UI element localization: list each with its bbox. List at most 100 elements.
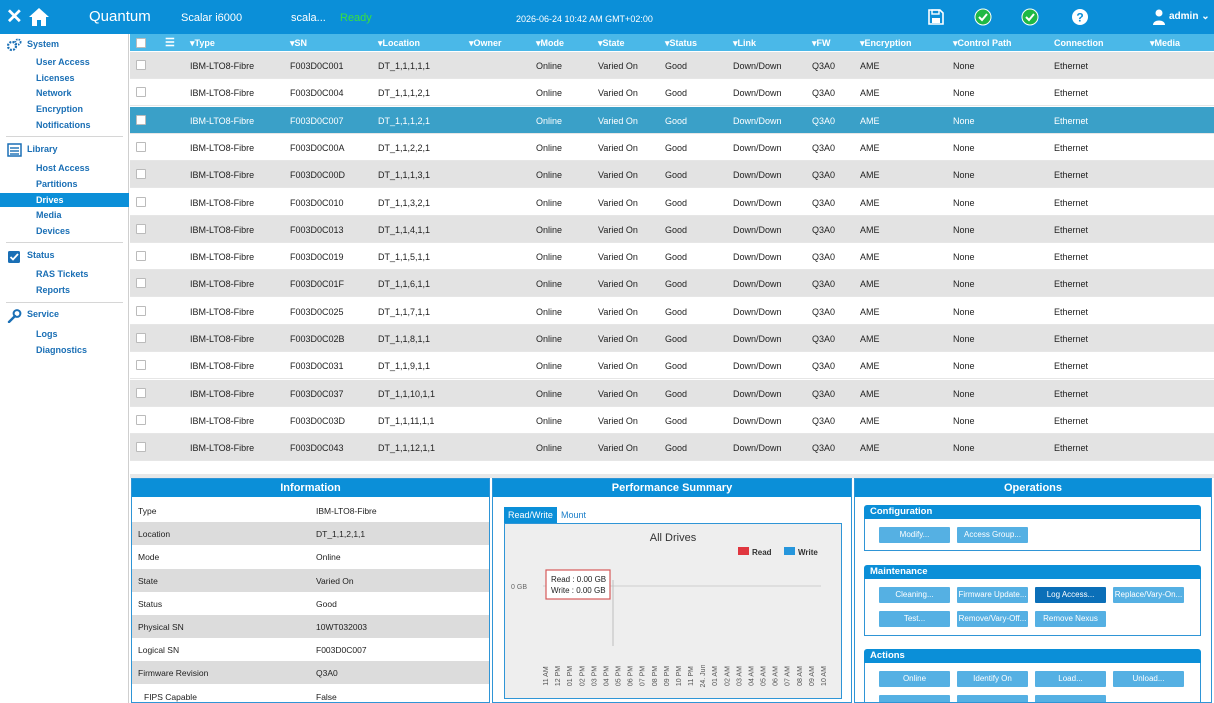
sidebar-item-ras-tickets[interactable]: RAS Tickets — [36, 269, 88, 279]
cell-link: Down/Down — [733, 61, 782, 71]
sidebar-item-notifications[interactable]: Notifications — [36, 120, 91, 130]
replace-vary-on-button[interactable]: Replace/Vary-On... — [1113, 587, 1184, 603]
sidebar-item-encryption[interactable]: Encryption — [36, 104, 83, 114]
row-checkbox[interactable] — [136, 387, 146, 398]
sidebar-section-system[interactable]: System — [27, 39, 59, 49]
row-checkbox[interactable] — [136, 60, 146, 70]
sidebar-item-licenses[interactable]: Licenses — [36, 73, 75, 83]
column-header-mode[interactable]: ▾Mode — [536, 38, 564, 49]
cleaning-button[interactable]: Cleaning... — [879, 587, 950, 603]
cell-fw: Q3A0 — [812, 388, 836, 399]
table-row[interactable]: IBM-LTO8-Fibre F003D0C001 DT_1,1,1,1,1 Onli… — [130, 52, 1214, 79]
row-checkbox[interactable] — [136, 360, 146, 371]
close-icon[interactable]: ✕ — [6, 5, 23, 29]
row-checkbox[interactable] — [136, 333, 146, 343]
chevron-down-icon: ⌄ — [1201, 11, 1210, 22]
row-checkbox[interactable] — [136, 114, 146, 125]
save-icon[interactable] — [927, 8, 945, 26]
column-header-media[interactable]: ▾Media — [1150, 38, 1180, 49]
column-header-status[interactable]: ▾Status — [665, 38, 697, 49]
column-header-type[interactable]: ▾Type — [190, 38, 215, 49]
column-header-fw[interactable]: ▾FW — [812, 38, 831, 49]
tab-read-write[interactable]: Read/Write — [504, 507, 557, 523]
remove-vary-off-button[interactable]: Remove/Vary-Off... — [957, 611, 1028, 627]
sidebar-item-logs[interactable]: Logs — [36, 329, 58, 339]
check-icon[interactable] — [1021, 8, 1039, 26]
table-row[interactable]: IBM-LTO8-Fibre F003D0C031 DT_1,1,9,1,1 Onli… — [130, 352, 1214, 380]
sidebar-item-host-access[interactable]: Host Access — [36, 163, 90, 173]
sidebar-item-diagnostics[interactable]: Diagnostics — [36, 345, 87, 355]
unload-button[interactable]: Unload... — [1113, 671, 1184, 687]
table-row[interactable]: IBM-LTO8-Fibre F003D0C010 DT_1,1,3,2,1 Onli… — [130, 189, 1214, 216]
cell-sn: F003D0C01F — [290, 279, 345, 290]
row-checkbox[interactable] — [136, 87, 146, 98]
identify-on-button[interactable]: Identify On — [957, 671, 1028, 687]
column-header-state[interactable]: ▾State — [598, 38, 625, 49]
row-checkbox[interactable] — [136, 196, 146, 207]
access-group-button[interactable]: Access Group... — [957, 527, 1028, 543]
table-row[interactable]: IBM-LTO8-Fibre F003D0C019 DT_1,1,5,1,1 Onli… — [130, 243, 1214, 271]
home-icon[interactable] — [28, 7, 50, 27]
row-checkbox[interactable] — [136, 223, 146, 234]
firmware-update-button[interactable]: Firmware Update... — [957, 587, 1028, 603]
select-all-checkbox[interactable] — [136, 38, 146, 48]
row-checkbox[interactable] — [136, 278, 146, 289]
hidden-action-button[interactable] — [879, 695, 950, 702]
modify-button[interactable]: Modify... — [879, 527, 950, 543]
cell-sn: F003D0C00D — [290, 170, 346, 181]
sidebar-section-library[interactable]: Library — [27, 144, 58, 154]
cell-control-path: None — [953, 415, 975, 426]
help-icon[interactable]: ? — [1071, 8, 1089, 26]
table-row[interactable]: IBM-LTO8-Fibre F003D0C01F DT_1,1,6,1,1 Onli… — [130, 270, 1214, 298]
row-checkbox[interactable] — [136, 141, 146, 152]
row-checkbox[interactable] — [136, 169, 146, 180]
table-row[interactable]: IBM-LTO8-Fibre F003D0C013 DT_1,1,4,1,1 Onli… — [130, 215, 1214, 243]
load-button[interactable]: Load... — [1035, 671, 1106, 687]
table-row[interactable]: IBM-LTO8-Fibre F003D0C02B DT_1,1,8,1,1 Onli… — [130, 325, 1214, 352]
test-button[interactable]: Test... — [879, 611, 950, 627]
table-row[interactable]: IBM-LTO8-Fibre F003D0C00A DT_1,1,2,2,1 Onli… — [130, 134, 1214, 161]
table-row[interactable]: IBM-LTO8-Fibre F003D0C03D DT_1,1,11,1,1 Onl… — [130, 407, 1214, 434]
row-checkbox[interactable] — [136, 442, 146, 453]
table-row[interactable]: IBM-LTO8-Fibre F003D0C037 DT_1,1,10,1,1 Onl… — [130, 379, 1214, 407]
column-header-link[interactable]: ▾Link — [733, 38, 756, 49]
row-checkbox[interactable] — [136, 414, 146, 425]
sidebar-item-devices[interactable]: Devices — [36, 226, 70, 236]
row-checkbox[interactable] — [136, 251, 146, 262]
remove-nexus-button[interactable]: Remove Nexus — [1035, 611, 1106, 627]
row-checkbox[interactable] — [136, 305, 146, 316]
library-name[interactable]: scala... — [291, 12, 326, 24]
column-header-label: FW — [816, 38, 831, 48]
sidebar-item-user-access[interactable]: User Access — [36, 57, 90, 67]
column-header-encryption[interactable]: ▾Encryption — [860, 38, 912, 49]
sidebar-section-status[interactable]: Status — [27, 250, 55, 260]
table-row[interactable]: IBM-LTO8-Fibre F003D0C043 DT_1,1,12,1,1 Onl… — [130, 434, 1214, 462]
column-header-sn[interactable]: ▾SN — [290, 38, 307, 49]
column-header-control-path[interactable]: ▾Control Path — [953, 38, 1012, 49]
column-header-connection[interactable]: Connection — [1054, 38, 1104, 48]
column-header-owner[interactable]: ▾Owner — [469, 38, 502, 49]
sidebar-item-reports[interactable]: Reports — [36, 285, 70, 295]
sidebar-item-drives[interactable]: Drives — [36, 195, 64, 205]
sidebar-section-service[interactable]: Service — [27, 309, 59, 319]
sidebar-item-network[interactable]: Network — [36, 88, 72, 98]
online-button[interactable]: Online — [879, 671, 950, 687]
cell-location: DT_1,1,6,1,1 — [378, 279, 431, 290]
cell-mode: Online — [536, 170, 563, 181]
column-header-location[interactable]: ▾Location — [378, 38, 420, 49]
table-row[interactable]: IBM-LTO8-Fibre F003D0C025 DT_1,1,7,1,1 Onli… — [130, 298, 1214, 325]
sidebar-item-media[interactable]: Media — [36, 210, 62, 220]
x-tick-label: 05 PM — [616, 666, 623, 686]
sidebar-item-partitions[interactable]: Partitions — [36, 179, 78, 189]
hidden-action-button[interactable] — [957, 695, 1028, 702]
log-access-button[interactable]: Log Access... — [1035, 587, 1106, 603]
user-menu[interactable]: admin ⌄ — [1169, 11, 1210, 22]
table-row[interactable]: IBM-LTO8-Fibre F003D0C004 DT_1,1,1,2,1 Onli… — [130, 79, 1214, 107]
cell-mode: Online — [536, 334, 563, 344]
hidden-action-button[interactable] — [1035, 695, 1106, 702]
check-icon[interactable] — [974, 8, 992, 26]
tab-mount[interactable]: Mount — [557, 507, 590, 523]
table-row[interactable]: IBM-LTO8-Fibre F003D0C007 DT_1,1,1,2,1 Onli… — [130, 106, 1214, 134]
table-row[interactable]: IBM-LTO8-Fibre F003D0C00D DT_1,1,1,3,1 Onli… — [130, 161, 1214, 189]
column-menu-icon[interactable]: ☰ — [165, 36, 175, 49]
